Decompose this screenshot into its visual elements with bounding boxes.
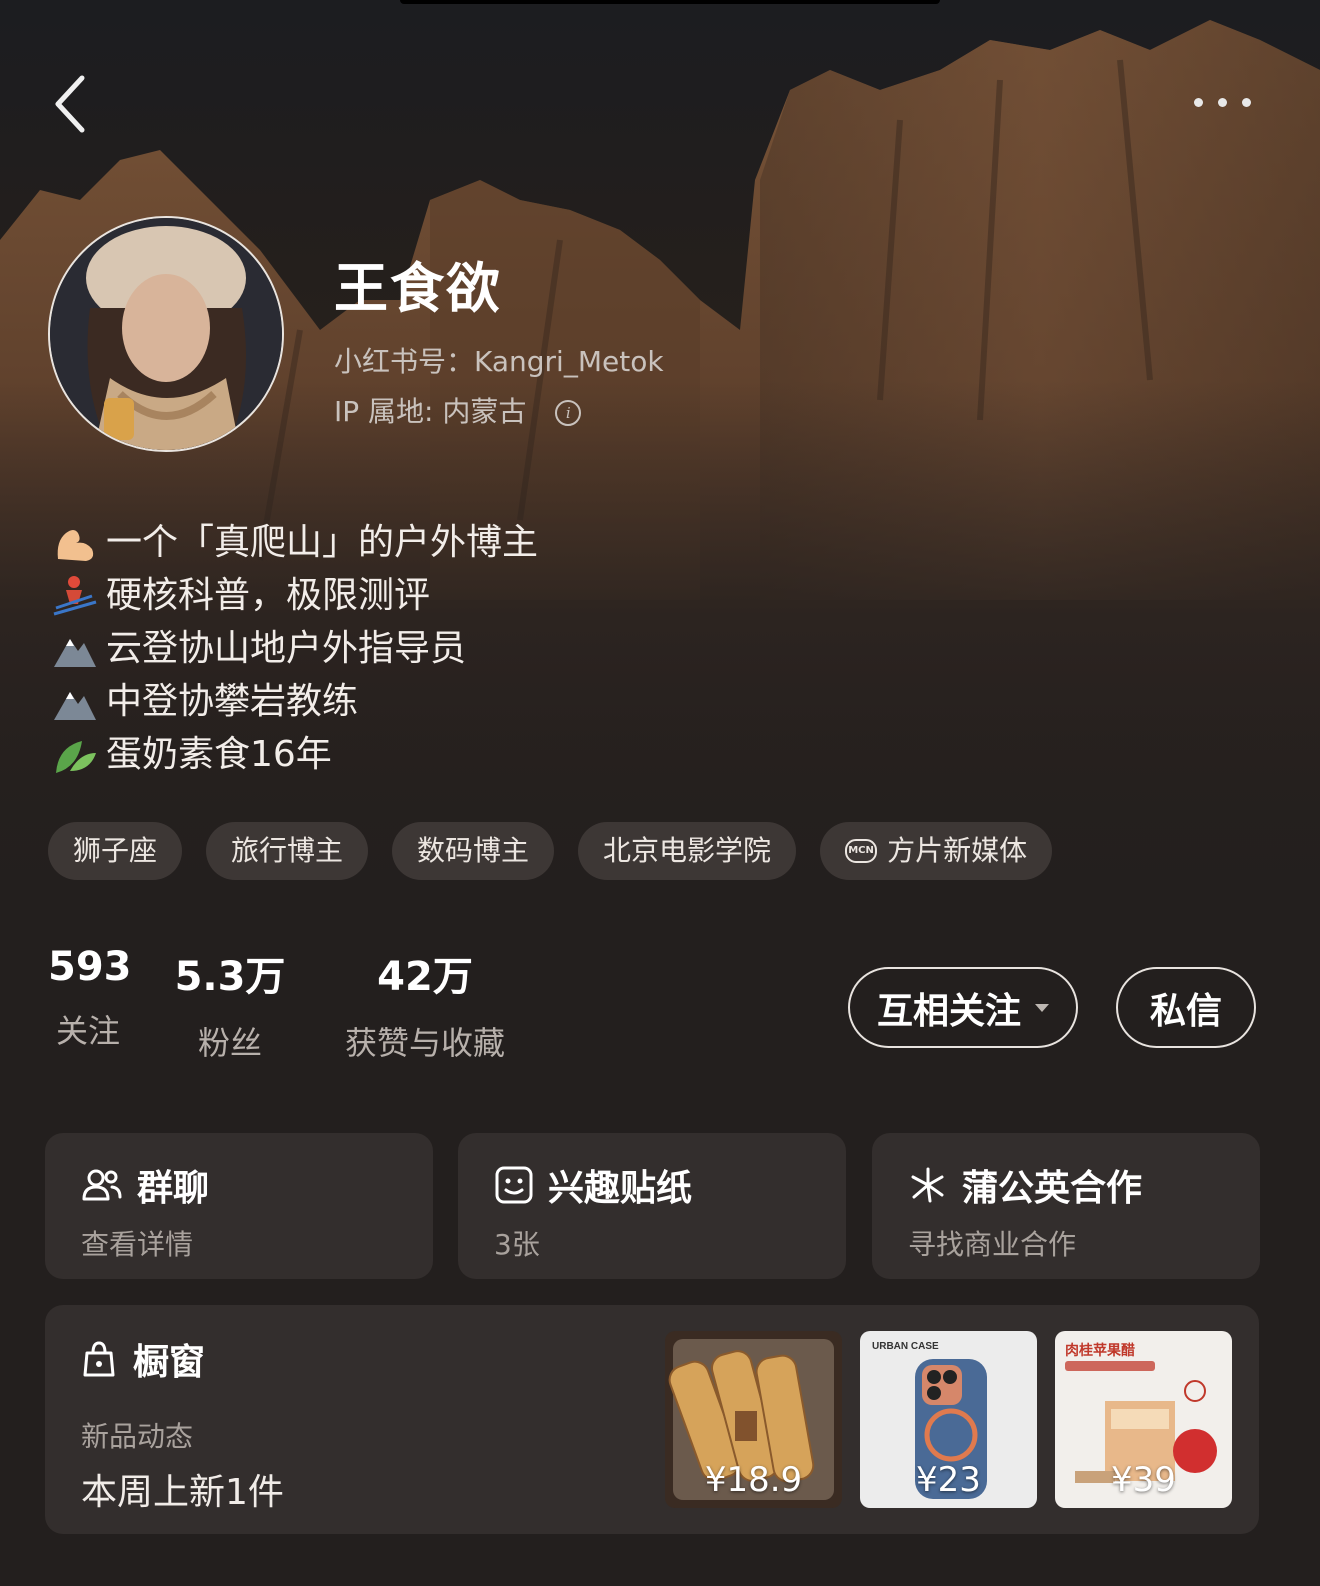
shop-window-card[interactable]: 橱窗 新品动态 本周上新1件 ¥18.9 URBAN CASE ¥23 肉桂苹果… [45,1305,1259,1534]
profile-id: 小红书号：Kangri_Metok [334,345,664,378]
card-title: 兴趣贴纸 [494,1159,692,1211]
info-icon[interactable]: i [555,400,582,426]
card-title-text: 群聊 [137,1168,210,1209]
tag-mcn-label: 方片新媒体 [887,834,1028,867]
stat-value: 593 [48,944,132,990]
bio-text: 硬核科普，极限测评 [106,575,431,616]
bio-line: 一个「真爬山」的户外博主 [52,516,538,569]
mutual-follow-button[interactable]: 互相关注 [848,967,1078,1048]
mcn-icon: MCN [845,839,878,863]
stat-value: 42万 [377,954,473,1000]
profile-bio: 一个「真爬山」的户外博主 硬核科普，极限测评 云登协山地户外指导员 中登协攀岩教… [52,516,538,781]
sticker-card[interactable]: 兴趣贴纸 3张 [458,1133,846,1279]
profile-name: 王食欲 [334,257,502,320]
bio-line: 云登协山地户外指导员 [52,622,538,675]
bio-text: 一个「真爬山」的户外博主 [106,522,539,563]
shop-title: 橱窗 [81,1333,205,1385]
stat-following[interactable]: 593 关注 [48,944,132,1052]
ip-location: IP 属地: 内蒙古 i [334,390,582,430]
tag-travel[interactable]: 旅行博主 [206,822,369,880]
card-subtitle: 查看详情 [81,1228,194,1261]
product-price: ¥39 [1111,1460,1176,1500]
shopping-bag-icon [83,1341,115,1377]
status-notch [400,0,940,4]
back-button[interactable] [52,72,92,136]
avatar-photo [50,218,282,450]
stat-value: 5.3万 [174,954,286,1000]
bio-text: 中登协攀岩教练 [106,681,359,722]
product-thumbnail[interactable]: 肉桂苹果醋 ¥39 [1055,1331,1232,1508]
bio-line: 蛋奶素食16年 [52,728,538,781]
mountain-icon [52,627,102,671]
tag-mcn[interactable]: MCN 方片新媒体 [820,822,1053,880]
card-title-text: 蒲公英合作 [962,1168,1143,1209]
tag-zodiac[interactable]: 狮子座 [48,822,183,880]
flexed-biceps-icon [52,521,102,565]
bio-text: 蛋奶素食16年 [106,734,332,775]
follow-label: 互相关注 [876,990,1021,1032]
sticker-icon [495,1166,533,1204]
bio-line: 硬核科普，极限测评 [52,569,538,622]
more-dot [1242,98,1251,107]
caret-down-icon [1035,1003,1049,1012]
avatar[interactable] [48,216,284,452]
skier-icon [52,574,102,618]
bio-line: 中登协攀岩教练 [52,675,538,728]
more-dots-icon [1194,98,1203,107]
bio-text: 云登协山地户外指导员 [106,628,467,669]
tag-school[interactable]: 北京电影学院 [578,822,797,880]
stat-label: 关注 [55,1012,120,1050]
product-thumbnail[interactable]: ¥18.9 [665,1331,842,1508]
stat-label: 获赞与收藏 [344,1024,505,1062]
shop-new-items: 本周上新1件 [81,1472,284,1513]
product-thumbnail[interactable]: URBAN CASE ¥23 [860,1331,1037,1508]
card-subtitle: 3张 [494,1228,540,1261]
stat-likes[interactable]: 42万 获赞与收藏 [330,944,520,1064]
message-button[interactable]: 私信 [1116,967,1256,1048]
shop-title-text: 橱窗 [133,1342,206,1383]
stat-followers[interactable]: 5.3万 粉丝 [170,944,290,1064]
profile-tags: 狮子座 旅行博主 数码博主 北京电影学院 MCN 方片新媒体 [48,822,1053,880]
leaves-icon [52,733,102,777]
card-title: 蒲公英合作 [908,1159,1142,1211]
more-options-button[interactable] [1190,88,1260,118]
group-chat-icon [82,1169,122,1201]
product-price: ¥18.9 [704,1460,803,1500]
card-title: 群聊 [81,1159,209,1211]
dandelion-icon [911,1167,944,1203]
group-chat-card[interactable]: 群聊 查看详情 [45,1133,433,1279]
stat-label: 粉丝 [197,1024,262,1062]
mountain-icon [52,680,102,724]
dandelion-card[interactable]: 蒲公英合作 寻找商业合作 [872,1133,1260,1279]
more-dot [1218,98,1227,107]
brand-text: URBAN CASE [872,1341,939,1352]
product-price: ¥23 [916,1460,981,1500]
ip-location-text: IP 属地: 内蒙古 [334,395,527,428]
chevron-left-icon [55,75,85,133]
card-subtitle: 寻找商业合作 [908,1228,1077,1261]
card-title-text: 兴趣贴纸 [548,1168,693,1209]
shop-subtitle: 新品动态 [81,1420,194,1453]
product-label-text: 肉桂苹果醋 [1065,1342,1135,1359]
tag-digital[interactable]: 数码博主 [392,822,555,880]
